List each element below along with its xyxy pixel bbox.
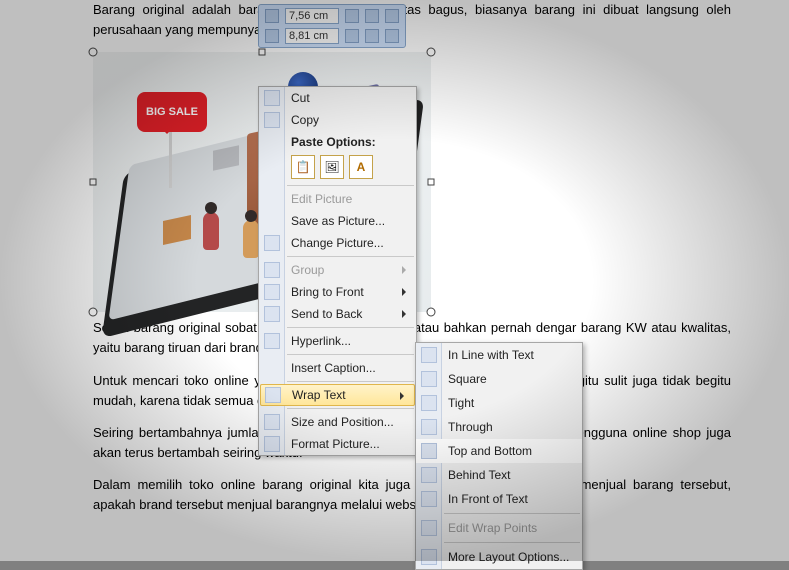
menu-paste-options-header: Paste Options: xyxy=(259,131,416,151)
bring-to-front-icon xyxy=(264,284,280,300)
wrap-edit-wrap-points: Edit Wrap Points xyxy=(416,516,582,540)
change-picture-icon xyxy=(264,235,280,251)
rotate-icon[interactable] xyxy=(365,29,379,43)
submenu-arrow-icon xyxy=(402,266,410,274)
wrap-inline-icon xyxy=(421,347,437,363)
width-stepper[interactable] xyxy=(345,29,359,43)
crop-icon[interactable] xyxy=(365,9,379,23)
wrap-in-front-of-text[interactable]: In Front of Text xyxy=(416,487,582,511)
wrap-behind-text[interactable]: Behind Text xyxy=(416,463,582,487)
paste-option-keep-source[interactable]: 📋 xyxy=(291,155,315,179)
menu-size-and-position[interactable]: Size and Position... xyxy=(259,411,416,433)
big-sale-sign: BIG SALE xyxy=(137,92,207,188)
resize-handle-top[interactable] xyxy=(259,49,266,56)
resize-handle-right[interactable] xyxy=(428,179,435,186)
format-picture-icon xyxy=(264,436,280,452)
paste-option-picture[interactable]: 🖼 xyxy=(320,155,344,179)
height-field[interactable]: 7,56 cm xyxy=(285,8,339,24)
paragraph-5: Dalam memilih toko online barang origina… xyxy=(0,475,789,515)
menu-group: Group xyxy=(259,259,416,281)
clipboard-icon: 📋 xyxy=(296,160,311,174)
menu-copy[interactable]: Copy xyxy=(259,109,416,131)
wrap-points-icon xyxy=(421,520,437,536)
picture-icon: 🖼 xyxy=(324,160,339,174)
bring-forward-icon[interactable] xyxy=(385,9,399,23)
width-field[interactable]: 8,81 cm xyxy=(285,28,339,44)
menu-send-to-back[interactable]: Send to Back xyxy=(259,303,416,325)
menu-hyperlink[interactable]: Hyperlink... xyxy=(259,330,416,352)
submenu-arrow-icon xyxy=(400,392,408,400)
menu-paste-options: 📋 🖼 A xyxy=(259,151,416,183)
size-position-icon xyxy=(264,414,280,430)
wrap-through[interactable]: Through xyxy=(416,415,582,439)
menu-format-picture[interactable]: Format Picture... xyxy=(259,433,416,455)
wrap-more-layout-options[interactable]: More Layout Options... xyxy=(416,545,582,569)
submenu-arrow-icon xyxy=(402,288,410,296)
menu-wrap-text[interactable]: Wrap Text xyxy=(260,384,415,406)
wrap-square[interactable]: Square xyxy=(416,367,582,391)
menu-edit-picture: Edit Picture xyxy=(259,188,416,210)
wrap-tight[interactable]: Tight xyxy=(416,391,582,415)
height-icon xyxy=(265,9,279,23)
wrap-in-line-with-text[interactable]: In Line with Text xyxy=(416,343,582,367)
layout-options-icon xyxy=(421,549,437,565)
wrap-square-icon xyxy=(421,371,437,387)
document-page: Barang original adalah barang yang memil… xyxy=(0,0,789,561)
menu-cut[interactable]: Cut xyxy=(259,87,416,109)
picture-size-mini-toolbar: 7,56 cm 8,81 cm xyxy=(258,4,406,48)
submenu-arrow-icon xyxy=(402,310,410,318)
wrap-text-icon xyxy=(265,387,281,403)
menu-insert-caption[interactable]: Insert Caption... xyxy=(259,357,416,379)
hyperlink-icon xyxy=(264,333,280,349)
letter-a-icon: A xyxy=(357,160,366,174)
menu-change-picture[interactable]: Change Picture... xyxy=(259,232,416,254)
menu-bring-to-front[interactable]: Bring to Front xyxy=(259,281,416,303)
copy-icon xyxy=(264,112,280,128)
resize-handle-bl[interactable] xyxy=(89,308,98,317)
resize-handle-left[interactable] xyxy=(90,179,97,186)
cut-icon xyxy=(264,90,280,106)
menu-save-as-picture[interactable]: Save as Picture... xyxy=(259,210,416,232)
paste-option-text-only[interactable]: A xyxy=(349,155,373,179)
group-icon xyxy=(264,262,280,278)
width-icon xyxy=(265,29,279,43)
picture-context-menu: Cut Copy Paste Options: 📋 🖼 A Edit Pictu… xyxy=(258,86,417,456)
wrap-behind-icon xyxy=(421,467,437,483)
wrap-text-submenu: In Line with Text Square Tight Through T… xyxy=(415,342,583,570)
wrap-through-icon xyxy=(421,419,437,435)
send-to-back-icon xyxy=(264,306,280,322)
resize-handle-tr[interactable] xyxy=(427,48,436,57)
wrap-tight-icon xyxy=(421,395,437,411)
wrap-infront-icon xyxy=(421,491,437,507)
resize-handle-tl[interactable] xyxy=(89,48,98,57)
wrap-top-and-bottom[interactable]: Top and Bottom xyxy=(416,439,582,463)
resize-handle-br[interactable] xyxy=(427,308,436,317)
height-stepper[interactable] xyxy=(345,9,359,23)
reset-picture-icon[interactable] xyxy=(385,29,399,43)
wrap-topbottom-icon xyxy=(421,443,437,459)
